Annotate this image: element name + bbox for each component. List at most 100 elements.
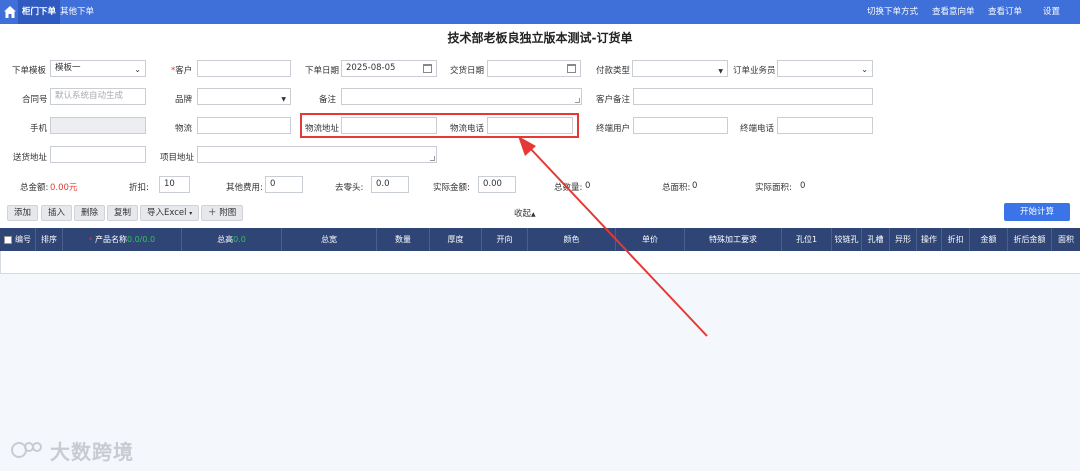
col-header-hinge-hole: 铰链孔 <box>832 228 862 251</box>
calendar-icon[interactable] <box>423 64 432 73</box>
col-header-quantity: 数量 <box>377 228 430 251</box>
tab-other-order[interactable]: 其他下单 <box>56 0 98 24</box>
brand-label: 品牌 <box>175 95 193 105</box>
total-qty-label: 总数量: <box>554 183 583 193</box>
delete-button[interactable]: 删除 <box>74 205 106 221</box>
other-fee-label: 其他费用: <box>226 183 263 193</box>
total-area-label: 总面积: <box>662 183 691 193</box>
project-address-label: 项目地址 <box>160 153 195 163</box>
phone-input[interactable] <box>50 117 146 134</box>
project-address-textarea[interactable] <box>197 146 437 163</box>
caret-down-icon: ▾ <box>189 210 193 217</box>
other-fee-input[interactable]: 0 <box>265 176 303 193</box>
col-product-name-label: 产品名称 <box>94 235 127 244</box>
total-amount-value: 0.00元 <box>50 183 78 193</box>
col-header-discounted-amount: 折后金额 <box>1008 228 1052 251</box>
page-title: 技术部老板良独立版本测试-订货单 <box>447 31 633 45</box>
select-all-checkbox[interactable] <box>4 235 12 244</box>
watermark-logo-icon <box>11 442 42 458</box>
caret-down-icon: ▼ <box>718 68 723 75</box>
order-date-input[interactable]: 2025-08-05 <box>341 60 437 77</box>
calendar-icon[interactable] <box>567 64 576 73</box>
order-date-label: 下单日期 <box>305 66 340 76</box>
chevron-down-icon: ⌄ <box>134 65 141 74</box>
add-button[interactable]: 添加 <box>7 205 39 221</box>
resize-handle-icon[interactable] <box>430 156 435 161</box>
end-user-input[interactable] <box>633 117 728 134</box>
collapse-toggle[interactable]: 收起▲ <box>514 207 536 219</box>
total-area-value: 0 <box>692 181 698 191</box>
watermark-text: 大数跨境 <box>50 440 134 464</box>
end-user-label: 终端用户 <box>596 124 631 134</box>
settings-link[interactable]: 设置 <box>1043 0 1060 24</box>
col-header-area: 面积 <box>1058 235 1074 244</box>
total-qty-value: 0 <box>585 181 591 191</box>
total-amount-label: 总金额: <box>20 183 49 193</box>
discount-input[interactable]: 10 <box>159 176 190 193</box>
round-off-input[interactable]: 0.0 <box>371 176 409 193</box>
col-header-irregular: 异形 <box>890 228 917 251</box>
attach-image-label: 附图 <box>219 208 237 218</box>
customer-input[interactable] <box>197 60 291 77</box>
col-header-special-processing: 特殊加工要求 <box>685 228 782 251</box>
col-header-total-height: 总高0.0 <box>182 228 282 251</box>
discount-label: 折扣: <box>129 183 149 193</box>
col-header-operation: 操作 <box>917 228 942 251</box>
end-phone-label: 终端电话 <box>740 124 775 134</box>
end-phone-input[interactable] <box>777 117 873 134</box>
col-total-height-suffix: 0.0 <box>233 235 246 244</box>
start-calc-button[interactable]: 开始计算 <box>1004 203 1070 221</box>
chevron-down-icon: ⌄ <box>861 65 868 74</box>
top-navbar: 柜门下单 其他下单 切换下单方式 查看意向单 查看订单 设置 <box>0 0 1080 24</box>
salesperson-select[interactable]: ⌄ <box>777 60 873 77</box>
collapse-label: 收起 <box>514 209 532 219</box>
customer-remark-label: 客户备注 <box>596 95 631 105</box>
payment-type-select[interactable]: ▼ <box>632 60 728 77</box>
actual-amount-label: 实际金额: <box>433 183 470 193</box>
col-header-unit-price: 单价 <box>616 228 685 251</box>
brand-select[interactable]: ▼ <box>197 88 291 105</box>
template-label: 下单模板 <box>12 66 47 76</box>
remark-label: 备注 <box>319 95 337 105</box>
copy-button[interactable]: 复制 <box>107 205 139 221</box>
col-product-name-suffix: 0.0/0.0 <box>126 235 156 244</box>
col-header-slot: 孔槽 <box>862 228 890 251</box>
view-orders-link[interactable]: 查看订单 <box>988 0 1022 24</box>
insert-button[interactable]: 插入 <box>41 205 73 221</box>
col-header-thickness: 厚度 <box>430 228 482 251</box>
table-empty-row <box>0 251 1080 274</box>
payment-type-label: 付款类型 <box>596 66 631 76</box>
import-excel-button[interactable]: 导入Excel ▾ <box>140 205 200 221</box>
table-body-area <box>0 274 1080 471</box>
highlight-box <box>300 113 579 138</box>
view-intent-orders-link[interactable]: 查看意向单 <box>932 0 975 24</box>
col-total-height-label: 总高 <box>217 235 234 244</box>
tab-cabinet-door-order[interactable]: 柜门下单 <box>18 0 61 24</box>
caret-up-icon: ▲ <box>531 211 536 218</box>
col-header-hole1: 孔位1 <box>782 228 832 251</box>
col-header-discount: 折扣 <box>942 228 970 251</box>
col-header-product-name: * 产品名称0.0/0.0 <box>63 228 182 251</box>
actual-amount-input[interactable]: 0.00 <box>478 176 516 193</box>
template-select-value: 模板一 <box>55 63 81 73</box>
resize-handle-icon[interactable] <box>575 98 580 103</box>
col-header-sort[interactable]: 排序 <box>36 228 63 251</box>
phone-label: 手机 <box>30 124 48 134</box>
import-excel-label: 导入Excel <box>147 208 187 218</box>
customer-remark-input[interactable] <box>633 88 873 105</box>
plus-icon: ＋ <box>208 208 217 218</box>
col-header-opening: 开向 <box>482 228 528 251</box>
attach-image-button[interactable]: ＋ 附图 <box>201 205 244 221</box>
switch-order-mode-link[interactable]: 切换下单方式 <box>867 0 918 24</box>
home-icon[interactable] <box>3 5 17 19</box>
contract-input[interactable]: 默认系统自动生成 <box>50 88 146 105</box>
delivery-address-input[interactable] <box>50 146 146 163</box>
template-select[interactable]: 模板一 ⌄ <box>50 60 146 77</box>
required-marker: * <box>88 236 93 244</box>
actual-area-label: 实际面积: <box>755 183 792 193</box>
delivery-address-label: 送货地址 <box>13 153 48 163</box>
order-date-value: 2025-08-05 <box>346 63 396 73</box>
logistics-input[interactable] <box>197 117 291 134</box>
delivery-date-input[interactable] <box>487 60 581 77</box>
remark-textarea[interactable] <box>341 88 582 105</box>
